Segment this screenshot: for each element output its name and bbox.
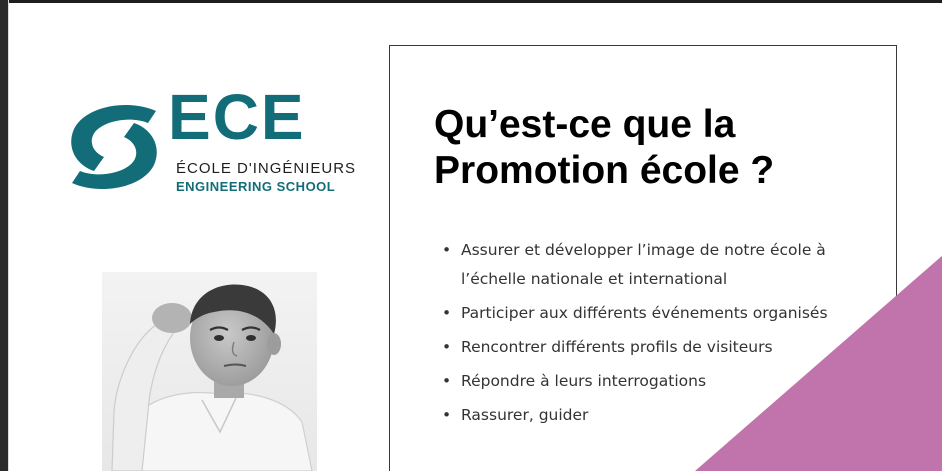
ece-logo: ECE ÉCOLE D'INGÉNIEURS ENGINEERING SCHOO… — [64, 85, 364, 203]
slide-title: Qu’est-ce que la Promotion école ? — [434, 102, 874, 194]
logo-wordmark: ECE — [168, 81, 306, 153]
logo-subtitle-fr: ÉCOLE D'INGÉNIEURS — [176, 160, 357, 177]
title-line-1: Qu’est-ce que la — [434, 103, 736, 146]
pink-triangle-decoration — [695, 255, 942, 471]
ece-swoosh-icon — [71, 105, 157, 189]
top-border — [9, 0, 942, 3]
logo-subtitle-en: ENGINEERING SCHOOL — [176, 179, 336, 194]
slide: ECE ÉCOLE D'INGÉNIEURS ENGINEERING SCHOO… — [8, 0, 942, 471]
title-line-2: Promotion école ? — [434, 149, 775, 192]
thinking-boy-photo — [102, 272, 317, 471]
